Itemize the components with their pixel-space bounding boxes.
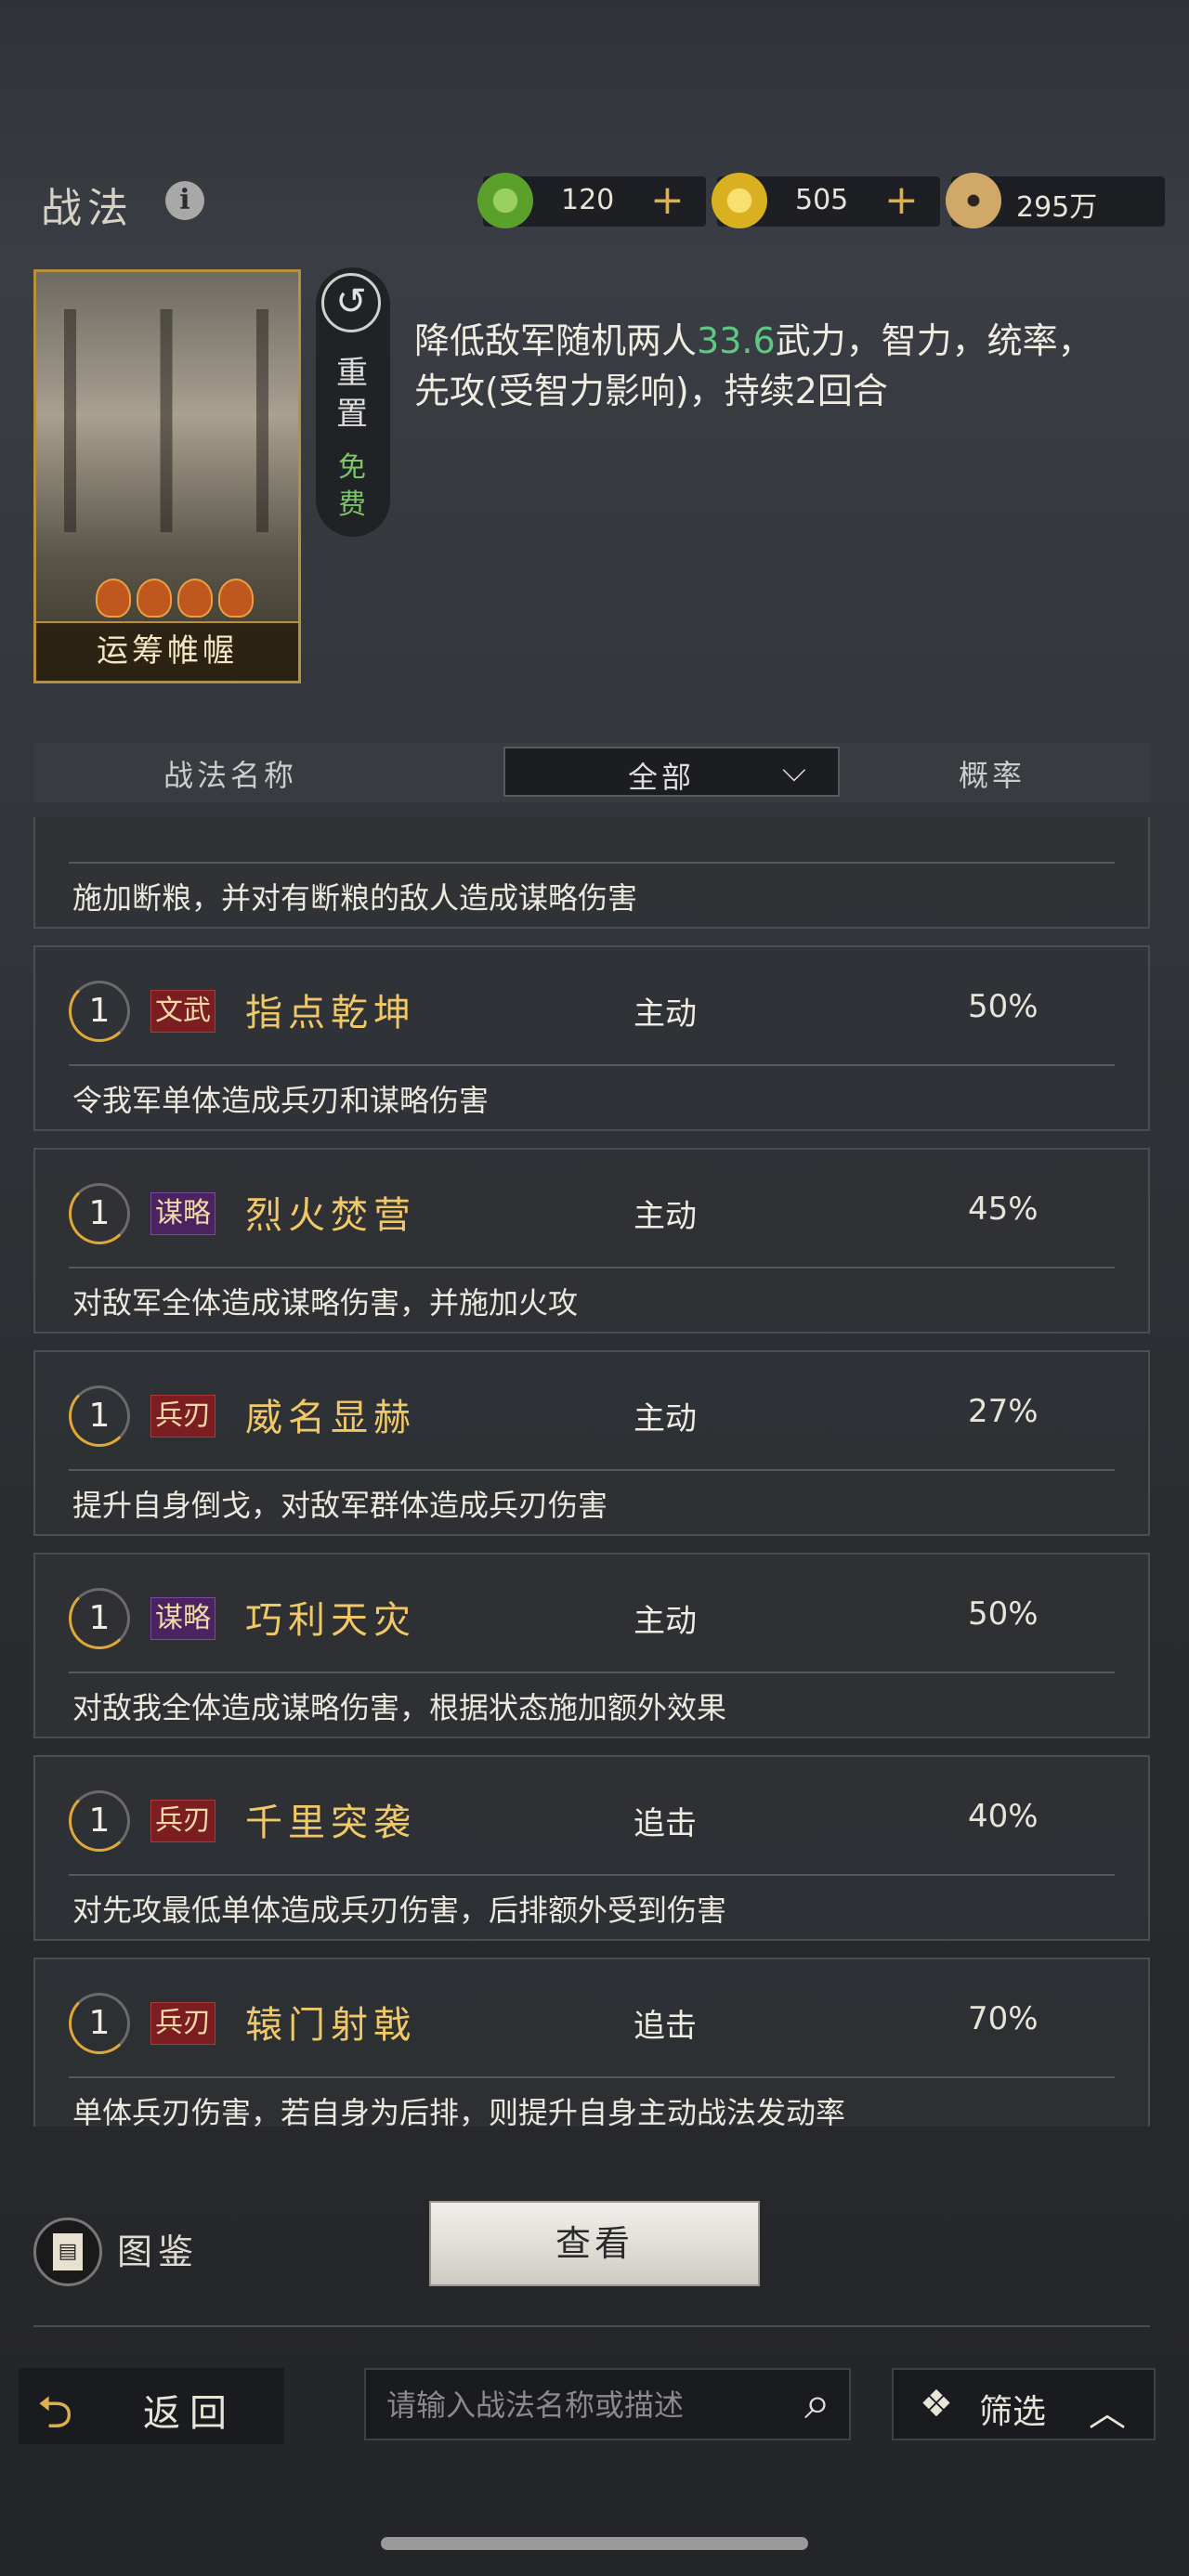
row-divider: [69, 1672, 1115, 1673]
currency-gold: 505 +: [712, 173, 940, 228]
row-divider: [69, 1064, 1115, 1066]
list-item[interactable]: 1 兵刃 威名显赫 主动 27% 提升自身倒戈，对敌军群体造成兵刃伤害: [33, 1350, 1150, 1536]
row-divider: [69, 1874, 1115, 1876]
level-badge: 1: [69, 1183, 130, 1244]
tactic-desc: 对先攻最低单体造成兵刃伤害，后排额外受到伤害: [72, 1893, 727, 1928]
tactic-rate: 70%: [968, 2000, 1039, 2037]
back-button[interactable]: ⮌ 返回: [19, 2368, 284, 2444]
tactic-desc: 令我军单体造成兵刃和谋略伤害: [72, 1083, 490, 1118]
tactic-name: 威名显赫: [245, 1397, 416, 1439]
tactic-rate: 50%: [968, 988, 1039, 1025]
jade-coin-icon: [477, 173, 533, 228]
tactic-desc: 单体兵刃伤害，若自身为后排，则提升自身主动战法发动率: [72, 2095, 846, 2127]
type-filter-value: 全部: [628, 760, 696, 795]
list-item[interactable]: 1 谋略 巧利天灾 主动 50% 对敌我全体造成谋略伤害，根据状态施加额外效果: [33, 1553, 1150, 1738]
tactic-rate: 27%: [968, 1393, 1039, 1430]
refresh-icon: ↺: [321, 273, 381, 332]
column-rate-header: 概率: [959, 758, 1026, 793]
copper-coin-icon: [946, 173, 1001, 228]
tactic-name: 指点乾坤: [245, 992, 416, 1034]
tactic-type: 主动: [634, 1198, 697, 1235]
level-badge: 1: [69, 1386, 130, 1447]
tactic-desc: 提升自身倒戈，对敌军群体造成兵刃伤害: [72, 1488, 608, 1523]
currency-jade-value: 120: [561, 184, 615, 216]
free-label: 免费: [338, 451, 366, 521]
currency-gold-value: 505: [795, 184, 849, 216]
desc-text-before: 降低敌军随机两人: [414, 320, 698, 361]
list-item[interactable]: 1 谋略 烈火焚营 主动 45% 对敌军全体造成谋略伤害，并施加火攻: [33, 1148, 1150, 1334]
atlas-label[interactable]: 图鉴: [117, 2223, 199, 2274]
currency-copper-value: 295万: [1016, 191, 1098, 224]
tactic-category-tag: 兵刃: [150, 2002, 216, 2045]
page-title: 战法: [41, 185, 134, 232]
list-header: 战法名称 全部 ⌵ 概率: [33, 743, 1150, 802]
tactic-category-tag: 兵刃: [150, 1395, 216, 1438]
list-item[interactable]: 1 兵刃 千里突袭 追击 40% 对先攻最低单体造成兵刃伤害，后排额外受到伤害: [33, 1755, 1150, 1941]
tactic-rate: 40%: [968, 1798, 1039, 1835]
tactic-rate: 45%: [968, 1190, 1039, 1228]
tactic-name: 千里突袭: [245, 1802, 416, 1844]
tactic-card[interactable]: 运筹帷幄: [33, 269, 301, 683]
column-name-header: 战法名称: [163, 758, 298, 793]
chevron-down-icon: ⌵: [782, 752, 806, 789]
gold-coin-icon: [712, 173, 767, 228]
currency-jade: 120 +: [477, 173, 706, 228]
tactic-category-tag: 文武: [150, 990, 216, 1033]
reset-label: 重置: [336, 355, 368, 433]
reset-button[interactable]: ↺ 重置 免费: [316, 267, 390, 537]
type-filter-dropdown[interactable]: 全部 ⌵: [503, 747, 840, 797]
tactic-name: 巧利天灾: [245, 1599, 416, 1642]
back-label: 返回: [143, 2392, 236, 2435]
list-item-partial[interactable]: 施加断粮，并对有断粮的敌人造成谋略伤害: [33, 817, 1150, 929]
desc-highlight-value: 33.6: [697, 320, 776, 361]
currency-copper: 295万: [946, 173, 1165, 228]
tactic-type: 主动: [634, 1603, 697, 1640]
back-arrow-icon: ⮌: [37, 2387, 73, 2439]
row-divider: [69, 862, 1115, 864]
tactic-category-tag: 谋略: [150, 1597, 216, 1640]
card-artwork: [64, 309, 268, 532]
tactic-category-tag: 谋略: [150, 1192, 216, 1235]
tactic-desc: 对敌军全体造成谋略伤害，并施加火攻: [72, 1285, 579, 1321]
tactic-category-tag: 兵刃: [150, 1800, 216, 1842]
list-item[interactable]: 1 文武 指点乾坤 主动 50% 令我军单体造成兵刃和谋略伤害: [33, 945, 1150, 1131]
footer-divider: [33, 2325, 1150, 2327]
info-icon[interactable]: i: [165, 181, 204, 220]
tactic-description: 降低敌军随机两人33.6武力，智力，统率，先攻(受智力影响)，持续2回合: [414, 316, 1102, 416]
card-name: 运筹帷幄: [36, 621, 298, 681]
book-icon: ▤: [53, 2233, 83, 2270]
filter-label: 筛选: [979, 2393, 1047, 2431]
tactic-type: 主动: [634, 995, 697, 1033]
atlas-button[interactable]: ▤: [33, 2218, 102, 2286]
tactic-type: 主动: [634, 1400, 697, 1438]
search-box[interactable]: ⌕: [364, 2368, 851, 2440]
tactic-desc: 施加断粮，并对有断粮的敌人造成谋略伤害: [72, 880, 638, 916]
view-button[interactable]: 查看: [429, 2201, 760, 2286]
level-badge: 1: [69, 1993, 130, 2054]
row-divider: [69, 1469, 1115, 1471]
level-badge: 1: [69, 1588, 130, 1649]
list-item[interactable]: 1 兵刃 辕门射戟 追击 70% 单体兵刃伤害，若自身为后排，则提升自身主动战法…: [33, 1958, 1150, 2127]
card-level-pips: [96, 579, 254, 618]
row-divider: [69, 1267, 1115, 1268]
tactic-type: 追击: [634, 1805, 697, 1842]
level-badge: 1: [69, 1790, 130, 1852]
filter-diamond-icon: ❖: [920, 2383, 953, 2426]
home-indicator[interactable]: [381, 2537, 808, 2550]
tactic-type: 追击: [634, 2008, 697, 2045]
search-icon[interactable]: ⌕: [804, 2375, 830, 2430]
add-gold-button[interactable]: +: [884, 176, 919, 224]
row-divider: [69, 2076, 1115, 2078]
chevron-up-icon: ︿: [1089, 2392, 1126, 2435]
search-input[interactable]: [385, 2383, 760, 2427]
tactic-list[interactable]: 施加断粮，并对有断粮的敌人造成谋略伤害 1 文武 指点乾坤 主动 50% 令我军…: [33, 817, 1150, 2127]
tactic-desc: 对敌我全体造成谋略伤害，根据状态施加额外效果: [72, 1690, 727, 1725]
level-badge: 1: [69, 981, 130, 1042]
tactic-name: 烈火焚营: [245, 1194, 416, 1237]
add-jade-button[interactable]: +: [650, 176, 685, 224]
tactic-name: 辕门射戟: [245, 2004, 416, 2047]
tactic-rate: 50%: [968, 1595, 1039, 1633]
filter-button[interactable]: ❖ 筛选 ︿: [892, 2368, 1156, 2440]
